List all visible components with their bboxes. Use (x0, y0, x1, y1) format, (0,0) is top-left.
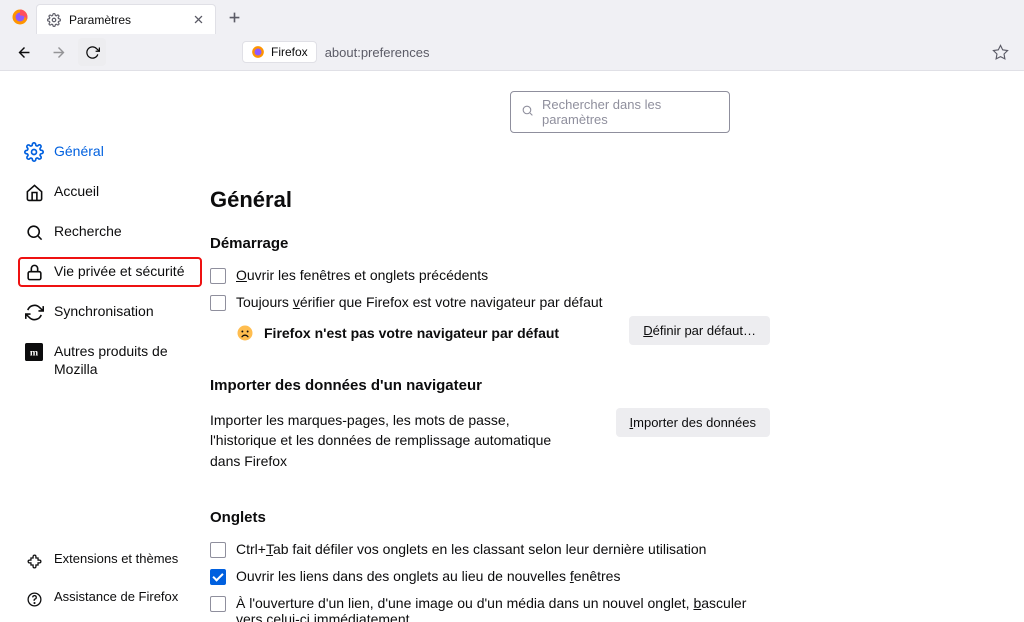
svg-text:m: m (30, 348, 39, 359)
identity-label: Firefox (271, 45, 308, 59)
forward-button[interactable] (44, 38, 72, 66)
import-desc: Importer les marques-pages, les mots de … (210, 410, 560, 471)
nav-label: Accueil (54, 182, 99, 200)
checkbox-label: Toujours vérifier que Firefox est votre … (236, 294, 603, 310)
url-text[interactable]: about:preferences (325, 45, 430, 60)
nav-label: Général (54, 142, 104, 160)
tab-title: Paramètres (69, 13, 183, 27)
checkbox[interactable] (210, 295, 226, 311)
nav-label: Synchronisation (54, 302, 154, 320)
gear-icon (47, 13, 61, 27)
browser-tab[interactable]: Paramètres (36, 4, 216, 34)
nav-label: Vie privée et sécurité (54, 262, 184, 280)
firefox-icon (251, 45, 265, 59)
checkbox-switch-new[interactable]: À l'ouverture d'un lien, d'une image ou … (210, 590, 770, 622)
section-startup: Démarrage (210, 235, 770, 252)
checkbox-check-default[interactable]: Toujours vérifier que Firefox est votre … (210, 289, 770, 316)
checkbox-label: Ctrl+Tab fait défiler vos onglets en les… (236, 541, 706, 557)
new-tab-button[interactable] (220, 3, 248, 31)
checkbox-open-in-tabs[interactable]: Ouvrir les liens dans des onglets au lie… (210, 563, 770, 590)
nav-home[interactable]: Accueil (18, 177, 202, 207)
nav-extensions[interactable]: Extensions et thèmes (18, 546, 202, 576)
checkbox-label: Ouvrir les liens dans des onglets au lie… (236, 568, 620, 584)
back-button[interactable] (10, 38, 38, 66)
checkbox[interactable] (210, 542, 226, 558)
nav-search[interactable]: Recherche (18, 217, 202, 247)
section-tabs: Onglets (210, 509, 770, 526)
checkbox-label: À l'ouverture d'un lien, d'une image ou … (236, 595, 770, 622)
nav-label: Assistance de Firefox (54, 589, 178, 606)
page-title: Général (210, 187, 770, 213)
nav-general[interactable]: Général (18, 137, 202, 167)
mozilla-icon: m (24, 342, 44, 362)
gear-icon (24, 142, 44, 162)
search-icon (24, 222, 44, 242)
lock-icon (24, 262, 44, 282)
checkbox-label: Ouvrir les fenêtres et onglets précédent… (236, 267, 488, 283)
checkbox-restore-previous[interactable]: Ouvrir les fenêtres et onglets précédent… (210, 262, 770, 289)
nav-privacy[interactable]: Vie privée et sécurité (18, 257, 202, 287)
settings-search[interactable]: Rechercher dans les paramètres (510, 91, 730, 133)
not-default-text: Firefox n'est pas votre navigateur par d… (264, 325, 559, 341)
sync-icon (24, 302, 44, 322)
sad-face-icon (236, 324, 254, 342)
checkbox[interactable] (210, 268, 226, 284)
identity-chip[interactable]: Firefox (242, 41, 317, 63)
bookmark-star-icon[interactable] (986, 38, 1014, 66)
checkbox[interactable] (210, 569, 226, 585)
checkbox-ctrltab[interactable]: Ctrl+Tab fait défiler vos onglets en les… (210, 536, 770, 563)
checkbox[interactable] (210, 596, 226, 612)
nav-label: Extensions et thèmes (54, 551, 178, 568)
search-icon (521, 104, 534, 120)
settings-nav: Général Accueil Recherche Vie privée et … (18, 137, 202, 383)
nav-more-mozilla[interactable]: m Autres produits de Mozilla (18, 337, 202, 383)
set-default-button[interactable]: Définir par défaut… (629, 316, 770, 345)
puzzle-icon (24, 551, 44, 571)
import-button[interactable]: Importer des données (616, 408, 770, 437)
nav-sync[interactable]: Synchronisation (18, 297, 202, 327)
close-icon[interactable] (191, 13, 205, 27)
home-icon (24, 182, 44, 202)
nav-label: Autres produits de Mozilla (54, 342, 196, 378)
nav-support[interactable]: Assistance de Firefox (18, 584, 202, 614)
reload-button[interactable] (78, 38, 106, 66)
nav-label: Recherche (54, 222, 122, 240)
help-icon (24, 589, 44, 609)
section-import: Importer des données d'un navigateur (210, 377, 770, 394)
search-placeholder: Rechercher dans les paramètres (542, 97, 719, 127)
firefox-logo (8, 5, 32, 29)
